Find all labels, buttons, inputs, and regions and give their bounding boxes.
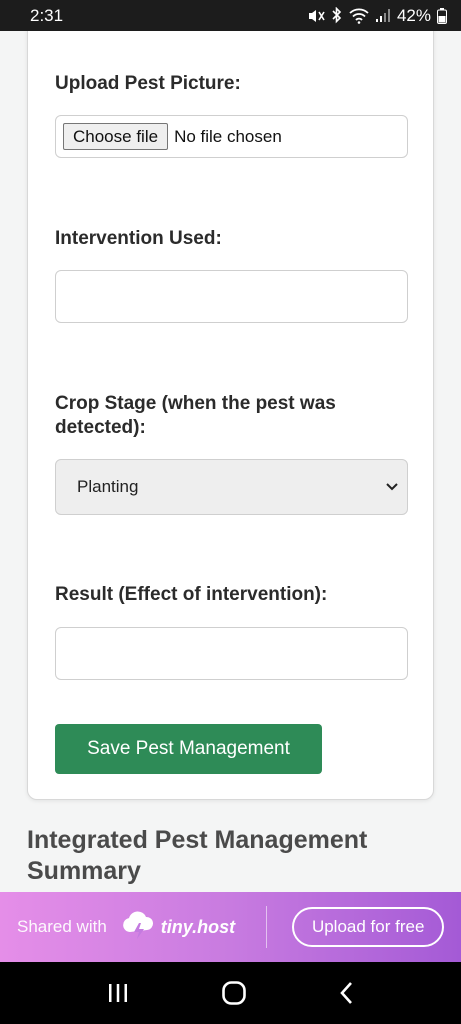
summary-title: Integrated Pest Management Summary — [27, 826, 368, 885]
page-content: Upload Pest Picture: Choose file No file… — [0, 31, 461, 892]
upload-label: Upload Pest Picture: — [55, 73, 241, 94]
promo-divider — [266, 906, 268, 948]
save-pest-management-button[interactable]: Save Pest Management — [55, 724, 322, 774]
file-status: No file chosen — [174, 126, 282, 146]
lightning-cloud-icon — [121, 910, 155, 945]
mute-icon — [307, 8, 325, 24]
brand-logo: tiny.host — [121, 910, 235, 945]
status-icons: 42% — [307, 6, 447, 26]
crop-stage-select[interactable]: Planting — [55, 459, 408, 515]
intervention-input[interactable] — [55, 270, 408, 323]
navigation-bar — [0, 962, 461, 1024]
recents-icon[interactable] — [106, 982, 130, 1004]
status-bar: 2:31 42% — [0, 0, 461, 31]
pest-management-form: Upload Pest Picture: Choose file No file… — [27, 31, 434, 800]
crop-stage-value: Planting — [77, 477, 139, 496]
battery-percent: 42% — [396, 5, 431, 25]
home-icon[interactable] — [221, 980, 247, 1006]
wifi-icon — [349, 8, 369, 24]
brand-name: tiny.host — [160, 916, 236, 937]
file-input[interactable]: Choose file No file chosen — [55, 115, 408, 158]
chevron-down-icon — [385, 477, 399, 497]
promo-banner: Shared with tiny.host Upload for free — [0, 892, 461, 962]
shared-with[interactable]: Shared with tiny.host — [17, 910, 266, 945]
back-icon[interactable] — [338, 981, 356, 1005]
bluetooth-icon — [331, 7, 343, 24]
status-time: 2:31 — [30, 5, 64, 25]
result-input[interactable] — [55, 627, 408, 680]
choose-file-button[interactable]: Choose file — [63, 123, 169, 150]
intervention-label: Intervention Used: — [55, 228, 222, 249]
result-label: Result (Effect of intervention): — [55, 584, 328, 605]
crop-stage-label: Crop Stage (when the pest was detected): — [55, 393, 336, 438]
upload-for-free-button[interactable]: Upload for free — [292, 907, 444, 947]
battery-icon — [437, 7, 447, 24]
signal-icon — [375, 8, 391, 23]
shared-label: Shared with — [17, 917, 107, 936]
